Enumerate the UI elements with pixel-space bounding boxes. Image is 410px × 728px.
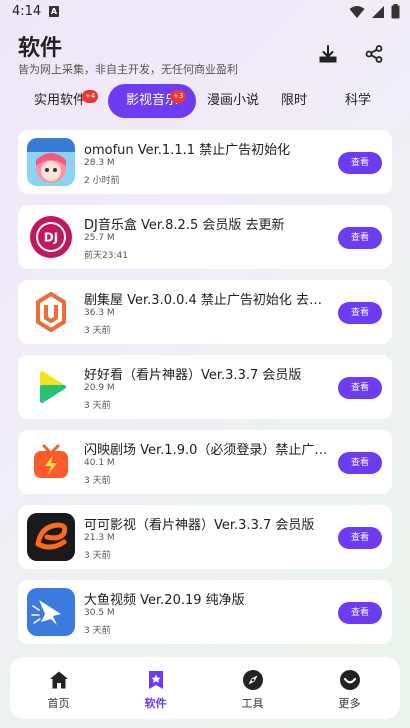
omofun-anime-icon <box>27 138 75 186</box>
page-subtitle: 皆为网上采集，非自主开发，无任何商业盈利 <box>18 63 238 76</box>
keke-icon <box>27 513 75 561</box>
list-item[interactable]: 好好看（看片神器）Ver.3.3.7 会员版 20.9 M 3 天前 查看 <box>18 355 392 419</box>
nav-more[interactable]: 更多 <box>301 657 398 719</box>
tab-label: 限时 <box>280 93 307 108</box>
tab-science[interactable]: 科学 <box>336 84 380 118</box>
wifi-icon <box>349 5 365 18</box>
share-icon <box>365 45 383 63</box>
app-name: omofun Ver.1.1.1 禁止广告初始化 <box>84 143 291 158</box>
home-icon <box>48 669 70 691</box>
share-button[interactable] <box>362 42 386 66</box>
app-size: 40.1 M <box>84 458 115 468</box>
svg-text:DJ: DJ <box>44 231 58 245</box>
view-button[interactable]: 查看 <box>338 227 382 249</box>
app-name: 剧集屋 Ver.3.0.0.4 禁止广告初始化 去更新… <box>84 293 330 308</box>
signal-icon <box>372 5 384 18</box>
download-icon <box>319 45 337 63</box>
category-tabs: 实用软件 +4 影视音乐 +3 漫画小说 限时 科学 <box>0 84 410 118</box>
more-icon <box>339 669 361 691</box>
tab-comics-novels[interactable]: 漫画小说 <box>200 84 266 118</box>
nav-tools[interactable]: 工具 <box>204 657 301 719</box>
view-button[interactable]: 查看 <box>338 152 382 174</box>
compass-icon <box>242 669 264 691</box>
view-button[interactable]: 查看 <box>338 527 382 549</box>
jujiwu-icon <box>27 288 75 336</box>
battery-icon <box>391 4 400 19</box>
app-updated-time: 3 天前 <box>84 551 111 561</box>
app-updated-time: 3 天前 <box>84 626 111 636</box>
play-icon <box>27 363 75 411</box>
app-size: 36.3 M <box>84 308 115 318</box>
app-updated-time: 2 小时前 <box>84 176 120 186</box>
app-name: 可可影视（看片神器）Ver.3.3.7 会员版 <box>84 518 315 533</box>
list-item[interactable]: 剧集屋 Ver.3.0.0.4 禁止广告初始化 去更新… 36.3 M 3 天前… <box>18 280 392 344</box>
nav-software[interactable]: 软件 <box>107 657 204 719</box>
app-size: 21.3 M <box>84 533 115 543</box>
view-button[interactable]: 查看 <box>338 302 382 324</box>
tab-utility-software[interactable]: 实用软件 +4 <box>20 84 100 118</box>
notification-icon: A <box>49 6 59 17</box>
app-name: DJ音乐盒 Ver.8.2.5 会员版 去更新 <box>84 218 285 233</box>
tv-flash-icon <box>27 438 75 486</box>
app-size: 20.9 M <box>84 383 115 393</box>
list-item[interactable]: 可可影视（看片神器）Ver.3.3.7 会员版 21.3 M 3 天前 查看 <box>18 505 392 569</box>
view-button[interactable]: 查看 <box>338 602 382 624</box>
list-item[interactable]: 大鱼视频 Ver.20.19 纯净版 30.5 M 3 天前 查看 <box>18 580 392 644</box>
tab-label: 科学 <box>344 93 371 108</box>
page-title: 软件 <box>18 36 63 61</box>
app-size: 30.5 M <box>84 608 115 618</box>
app-updated-time: 3 天前 <box>84 401 111 411</box>
nav-label: 工具 <box>241 697 264 710</box>
bottom-nav: 首页 软件 工具 更多 <box>10 657 400 719</box>
tab-badge: +3 <box>170 90 187 103</box>
app-name: 好好看（看片神器）Ver.3.3.7 会员版 <box>84 368 302 383</box>
software-icon <box>145 669 167 691</box>
tab-video-music[interactable]: 影视音乐 +3 <box>108 84 196 118</box>
tab-label: 漫画小说 <box>206 93 259 108</box>
nav-label: 软件 <box>144 697 167 710</box>
app-updated-time: 前天23:41 <box>84 251 128 261</box>
list-item[interactable]: DJ DJ音乐盒 Ver.8.2.5 会员版 去更新 25.7 M 前天23:4… <box>18 205 392 269</box>
app-name: 闪映剧场 Ver.1.9.0（必须登录）禁止广告… <box>84 443 330 458</box>
app-size: 28.3 M <box>84 158 115 168</box>
download-button[interactable] <box>316 42 340 66</box>
nav-label: 更多 <box>338 697 361 710</box>
app-updated-time: 3 天前 <box>84 326 111 336</box>
nav-home[interactable]: 首页 <box>10 657 107 719</box>
app-size: 25.7 M <box>84 233 115 243</box>
tab-badge: +4 <box>82 90 99 103</box>
app-name: 大鱼视频 Ver.20.19 纯净版 <box>84 593 245 608</box>
tab-label: 实用软件 <box>33 93 86 108</box>
list-item[interactable]: 闪映剧场 Ver.1.9.0（必须登录）禁止广告… 40.1 M 3 天前 查看 <box>18 430 392 494</box>
list-item[interactable]: omofun Ver.1.1.1 禁止广告初始化 28.3 M 2 小时前 查看 <box>18 130 392 194</box>
app-updated-time: 3 天前 <box>84 476 111 486</box>
fish-icon <box>27 588 75 636</box>
status-bar: 4:14 A <box>0 0 410 24</box>
status-time: 4:14 <box>12 4 42 19</box>
nav-label: 首页 <box>47 697 70 710</box>
view-button[interactable]: 查看 <box>338 452 382 474</box>
view-button[interactable]: 查看 <box>338 377 382 399</box>
dj-music-icon: DJ <box>27 213 75 261</box>
tab-limited[interactable]: 限时 <box>274 84 314 118</box>
